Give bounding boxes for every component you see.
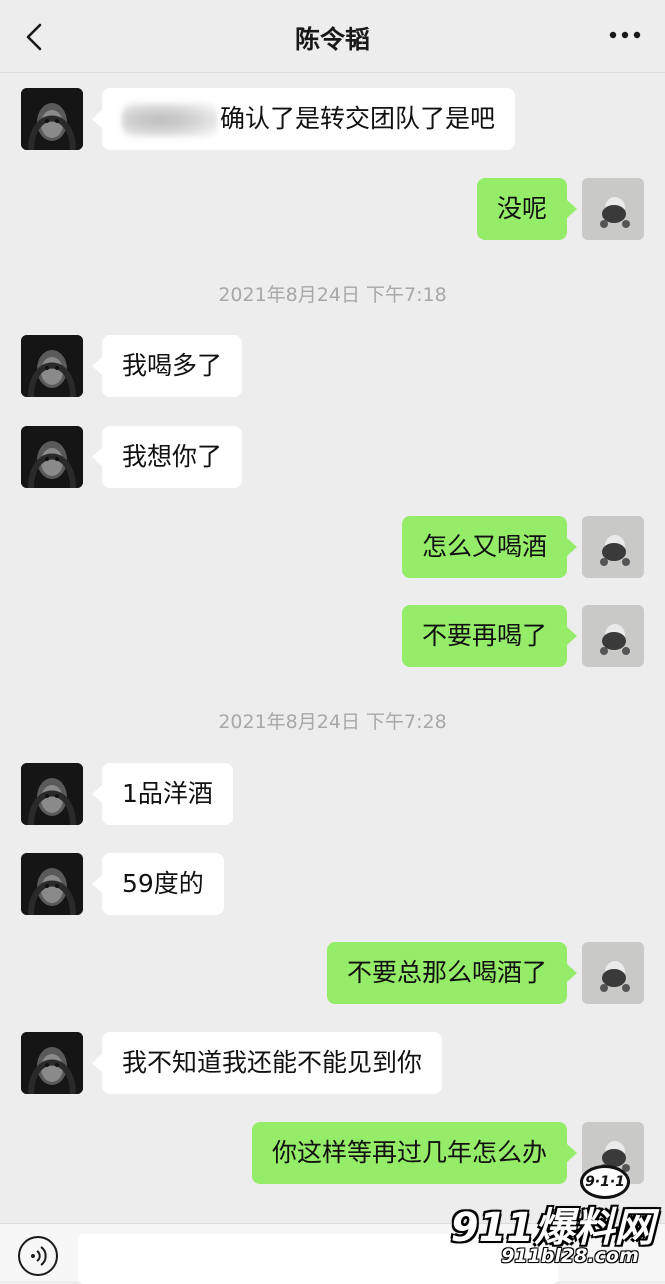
contact-avatar[interactable] (21, 88, 83, 150)
message-bubble-incoming[interactable]: 我不知道我还能不能见到你 (91, 1032, 443, 1094)
message-text: 不要再喝了 (421, 621, 547, 650)
contact-avatar[interactable] (21, 763, 83, 825)
more-dots-icon[interactable] (607, 20, 643, 50)
voice-icon[interactable] (18, 1236, 58, 1276)
message-text: 我喝多了 (122, 351, 223, 380)
my-avatar[interactable] (582, 178, 644, 240)
message-bubble-incoming[interactable]: 1品洋酒 (92, 763, 233, 825)
my-avatar[interactable] (582, 942, 644, 1004)
message-bubble-incoming[interactable]: 确认了是转交团队了是吧 (91, 88, 516, 150)
message-text: 怎么又喝酒 (421, 532, 547, 561)
my-avatar[interactable] (582, 605, 644, 667)
contact-avatar[interactable] (21, 426, 83, 488)
message-bubble-incoming[interactable]: 59度的 (92, 853, 224, 915)
message-text: 确认了是转交团队了是吧 (220, 104, 496, 133)
title-bar: 陈令韬 (0, 0, 665, 73)
message-bubble-outgoing[interactable]: 怎么又喝酒 (401, 516, 578, 578)
my-avatar[interactable] (582, 516, 644, 578)
message-text: 没呢 (496, 194, 547, 223)
message-bubble-incoming[interactable]: 我想你了 (91, 426, 243, 488)
redacted-text (122, 103, 218, 137)
watermark-badge: 9·1·1 (580, 1165, 630, 1199)
message-text: 你这样等再过几年怎么办 (271, 1138, 547, 1167)
timestamp: 2021年8月24日 下午7:18 (218, 284, 447, 306)
contact-avatar[interactable] (21, 1032, 83, 1094)
message-bubble-outgoing[interactable]: 不要总那么喝酒了 (326, 942, 578, 1004)
message-text: 59度的 (122, 869, 204, 898)
message-bubble-incoming[interactable]: 我喝多了 (91, 335, 243, 397)
message-text: 我不知道我还能不能见到你 (122, 1048, 423, 1077)
message-text: 1品洋酒 (122, 779, 213, 808)
message-text: 不要总那么喝酒了 (346, 958, 547, 987)
watermark: 9·1·1 911爆料网 911bl28.com (440, 1165, 665, 1280)
contact-avatar[interactable] (21, 853, 83, 915)
message-bubble-outgoing[interactable]: 没呢 (476, 178, 578, 240)
message-text: 我想你了 (122, 442, 223, 471)
chat-title: 陈令韬 (294, 25, 370, 54)
message-list[interactable]: 确认了是转交团队了是吧 没呢 2021年8月24日 下午7:18 我喝多了 我想… (0, 73, 665, 1223)
watermark-site: 911bl28.com (501, 1245, 639, 1267)
message-bubble-outgoing[interactable]: 不要再喝了 (401, 605, 578, 667)
contact-avatar[interactable] (21, 335, 83, 397)
timestamp: 2021年8月24日 下午7:28 (218, 711, 447, 733)
